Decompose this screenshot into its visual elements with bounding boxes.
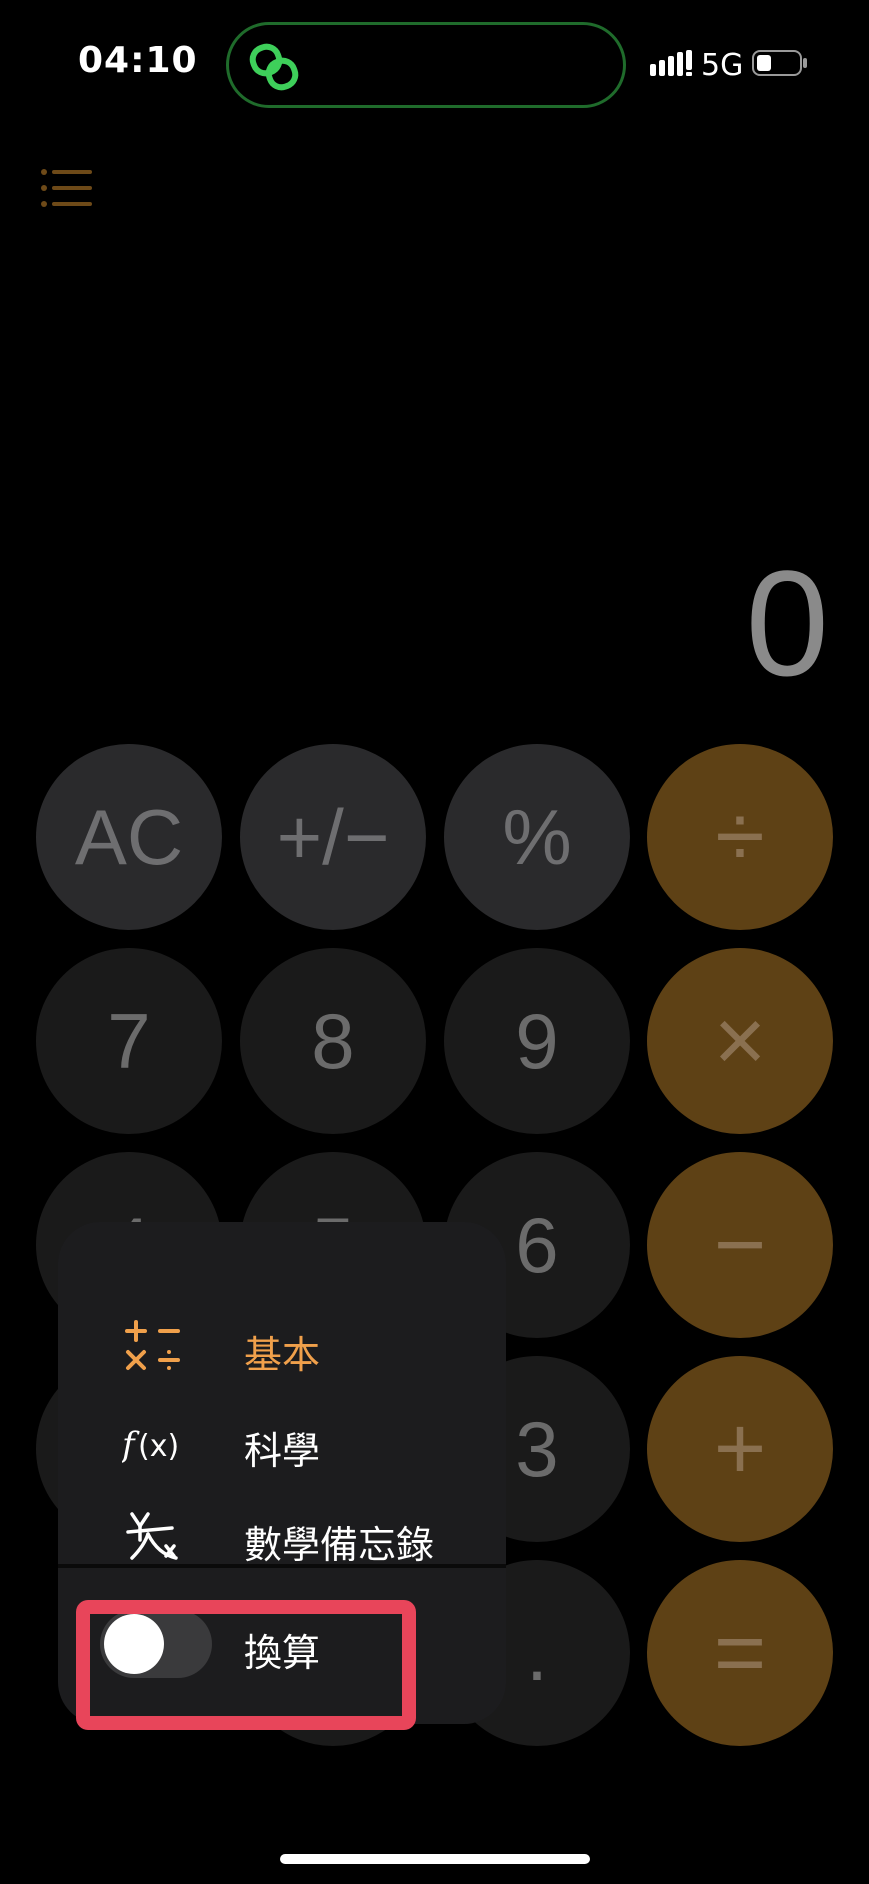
convert-toggle-label: 換算 (244, 1631, 321, 1675)
toggle-knob (104, 1614, 164, 1674)
menu-item-scientific[interactable]: f (x) 科學 (58, 1398, 506, 1488)
percent-button[interactable]: % (444, 744, 630, 930)
menu-item-label: 基本 (244, 1333, 321, 1377)
menu-item-basic[interactable]: 基本 (58, 1302, 506, 1392)
basic-operators-icon (125, 1320, 180, 1370)
function-fx-icon: f (x) (122, 1425, 179, 1465)
home-indicator[interactable] (280, 1854, 590, 1864)
subtract-button[interactable]: − (647, 1152, 833, 1338)
list-menu-icon[interactable] (40, 166, 94, 210)
network-label: 5G (701, 48, 744, 83)
divide-button[interactable]: ÷ (647, 744, 833, 930)
math-notes-icon (126, 1512, 178, 1560)
svg-text:(x): (x) (138, 1429, 179, 1464)
multiply-button[interactable]: × (647, 948, 833, 1134)
equals-button[interactable]: = (647, 1560, 833, 1746)
battery-icon (752, 50, 807, 76)
result-display: 0 (745, 539, 829, 707)
digit-8-button[interactable]: 8 (240, 948, 426, 1134)
convert-toggle[interactable] (100, 1610, 212, 1678)
menu-item-label: 科學 (244, 1429, 321, 1473)
signal-icon (650, 50, 692, 76)
menu-item-label: 數學備忘錄 (244, 1523, 435, 1567)
link-icon (247, 41, 301, 97)
digit-9-button[interactable]: 9 (444, 948, 630, 1134)
add-button[interactable]: + (647, 1356, 833, 1542)
digit-7-button[interactable]: 7 (36, 948, 222, 1134)
status-time: 04:10 (78, 40, 198, 81)
convert-toggle-row[interactable]: 換算 (58, 1592, 506, 1702)
menu-item-math-notes[interactable]: 數學備忘錄 (58, 1492, 506, 1582)
calculator-screen: 04:10 5G 0 AC +/− % ÷ 7 8 9 × 6 − 3 + . … (0, 0, 869, 1884)
menu-divider (58, 1564, 506, 1568)
mode-menu: 基本 f (x) 科學 數學備忘錄 換算 (58, 1222, 506, 1724)
plus-minus-button[interactable]: +/− (240, 744, 426, 930)
clear-button[interactable]: AC (36, 744, 222, 930)
dynamic-island[interactable] (226, 22, 626, 108)
